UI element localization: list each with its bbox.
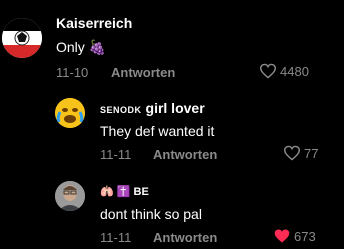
comment-1: Kaiserreich Only 🍇 11-10 Antworten 4480 — [0, 0, 344, 90]
comment-date: 11-11 — [100, 147, 132, 162]
avatar-crying-emoji[interactable] — [55, 98, 85, 128]
comment-text: Only 🍇 — [56, 39, 107, 55]
avatar-user-photo[interactable] — [55, 181, 85, 211]
username-name: girl lover — [145, 100, 205, 116]
crying-face-icon — [55, 98, 85, 128]
comment-username[interactable]: Kaiserreich — [56, 15, 132, 31]
like-button[interactable]: 673 — [273, 228, 316, 244]
reply-button[interactable]: Antworten — [111, 65, 175, 80]
like-button[interactable]: 4480 — [259, 63, 309, 79]
heart-filled-icon — [274, 229, 290, 243]
avatar-kaiserreich[interactable] — [2, 18, 42, 58]
heart-outline-icon — [283, 145, 301, 161]
heart-outline-icon — [259, 63, 277, 79]
username-prefix: SENODK — [100, 105, 142, 115]
comment-3: 🫁 ✝️ BE dont think so pal 11-11 Antworte… — [0, 175, 344, 249]
reply-button[interactable]: Antworten — [153, 147, 217, 162]
like-count: 77 — [304, 145, 319, 161]
comment-username[interactable]: SENODK girl lover — [100, 100, 205, 116]
comment-text: They def wanted it — [100, 123, 215, 139]
comment-username-badges[interactable]: 🫁 ✝️ BE — [100, 185, 149, 198]
imperial-flag-avatar-icon — [2, 18, 42, 58]
comment-text: dont think so pal — [100, 206, 202, 222]
like-count: 673 — [294, 228, 316, 244]
comment-date: 11-11 — [100, 230, 132, 245]
user-photo-icon — [55, 181, 85, 211]
like-button[interactable]: 77 — [283, 145, 318, 161]
comment-2: SENODK girl lover They def wanted it 11-1… — [0, 90, 344, 175]
reply-button[interactable]: Antworten — [153, 230, 217, 245]
comment-date: 11-10 — [56, 65, 89, 80]
like-count: 4480 — [280, 63, 309, 79]
